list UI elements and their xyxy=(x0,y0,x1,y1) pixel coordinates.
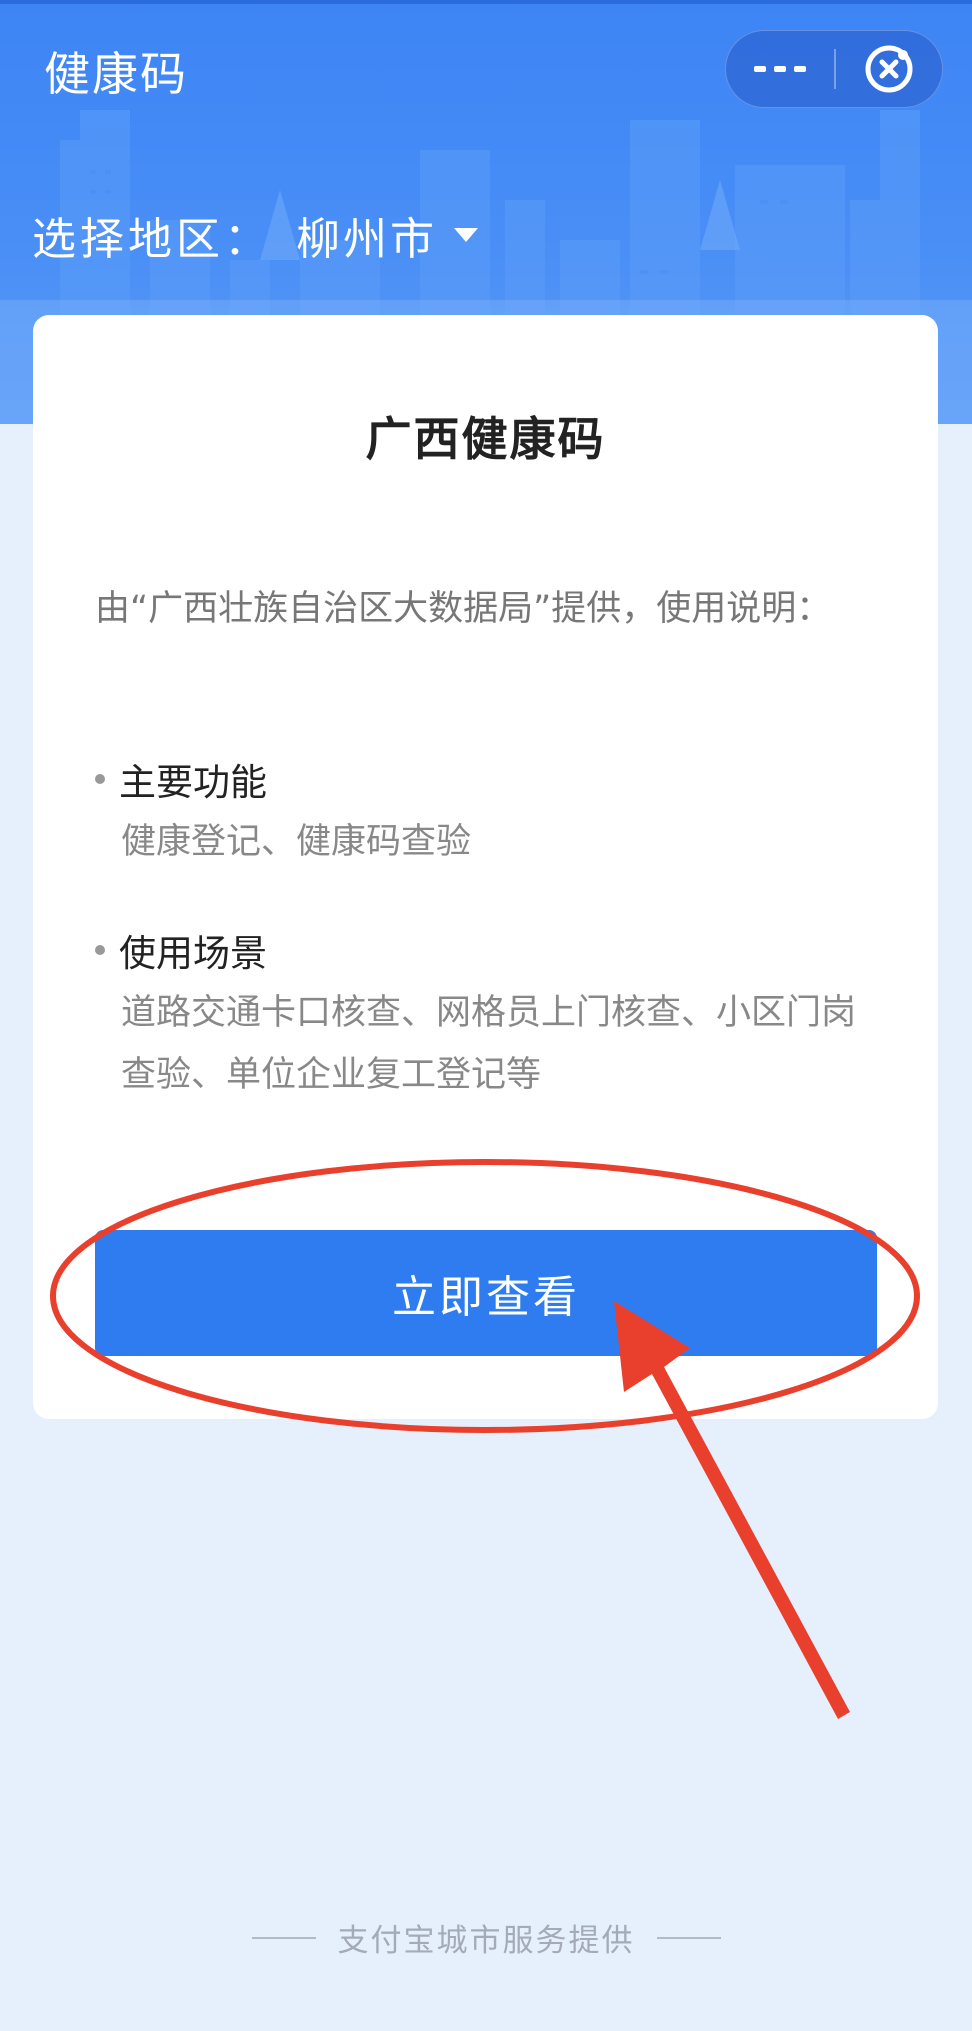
footer-line-left xyxy=(251,1936,316,1939)
bullet-dot xyxy=(95,945,105,955)
caret-down-icon[interactable] xyxy=(453,227,479,243)
miniapp-capsule xyxy=(725,30,943,108)
section-heading-scenarios: 使用场景 xyxy=(95,923,267,977)
more-button[interactable] xyxy=(726,31,834,107)
more-dots-icon xyxy=(754,66,806,72)
section-heading-features: 主要功能 xyxy=(95,752,267,806)
close-circle-icon xyxy=(865,45,913,93)
footer-line-right xyxy=(656,1936,721,1939)
section-heading-text: 主要功能 xyxy=(119,761,267,804)
section-body-features: 健康登记、健康码查验 xyxy=(121,822,472,862)
card-title: 广西健康码 xyxy=(365,412,606,466)
app-title: 健康码 xyxy=(44,47,188,101)
close-button[interactable] xyxy=(836,31,942,107)
bullet-dot xyxy=(95,774,105,784)
region-label: 选择地区： xyxy=(32,214,272,265)
card-description: 由“广西壮族自治区大数据局”提供，使用说明： xyxy=(95,589,832,629)
view-now-button[interactable]: 立即查看 xyxy=(95,1230,877,1356)
footer: 支付宝城市服务提供 xyxy=(0,1915,972,1960)
section-heading-text: 使用场景 xyxy=(119,932,267,975)
region-selector[interactable]: 选择地区： 柳州市 xyxy=(32,205,479,265)
footer-text: 支付宝城市服务提供 xyxy=(337,1923,635,1959)
region-value[interactable]: 柳州市 xyxy=(296,203,437,267)
section-body-scenarios: 道路交通卡口核查、网格员上门核查、小区门岗查验、单位企业复工登记等 xyxy=(121,993,857,1095)
